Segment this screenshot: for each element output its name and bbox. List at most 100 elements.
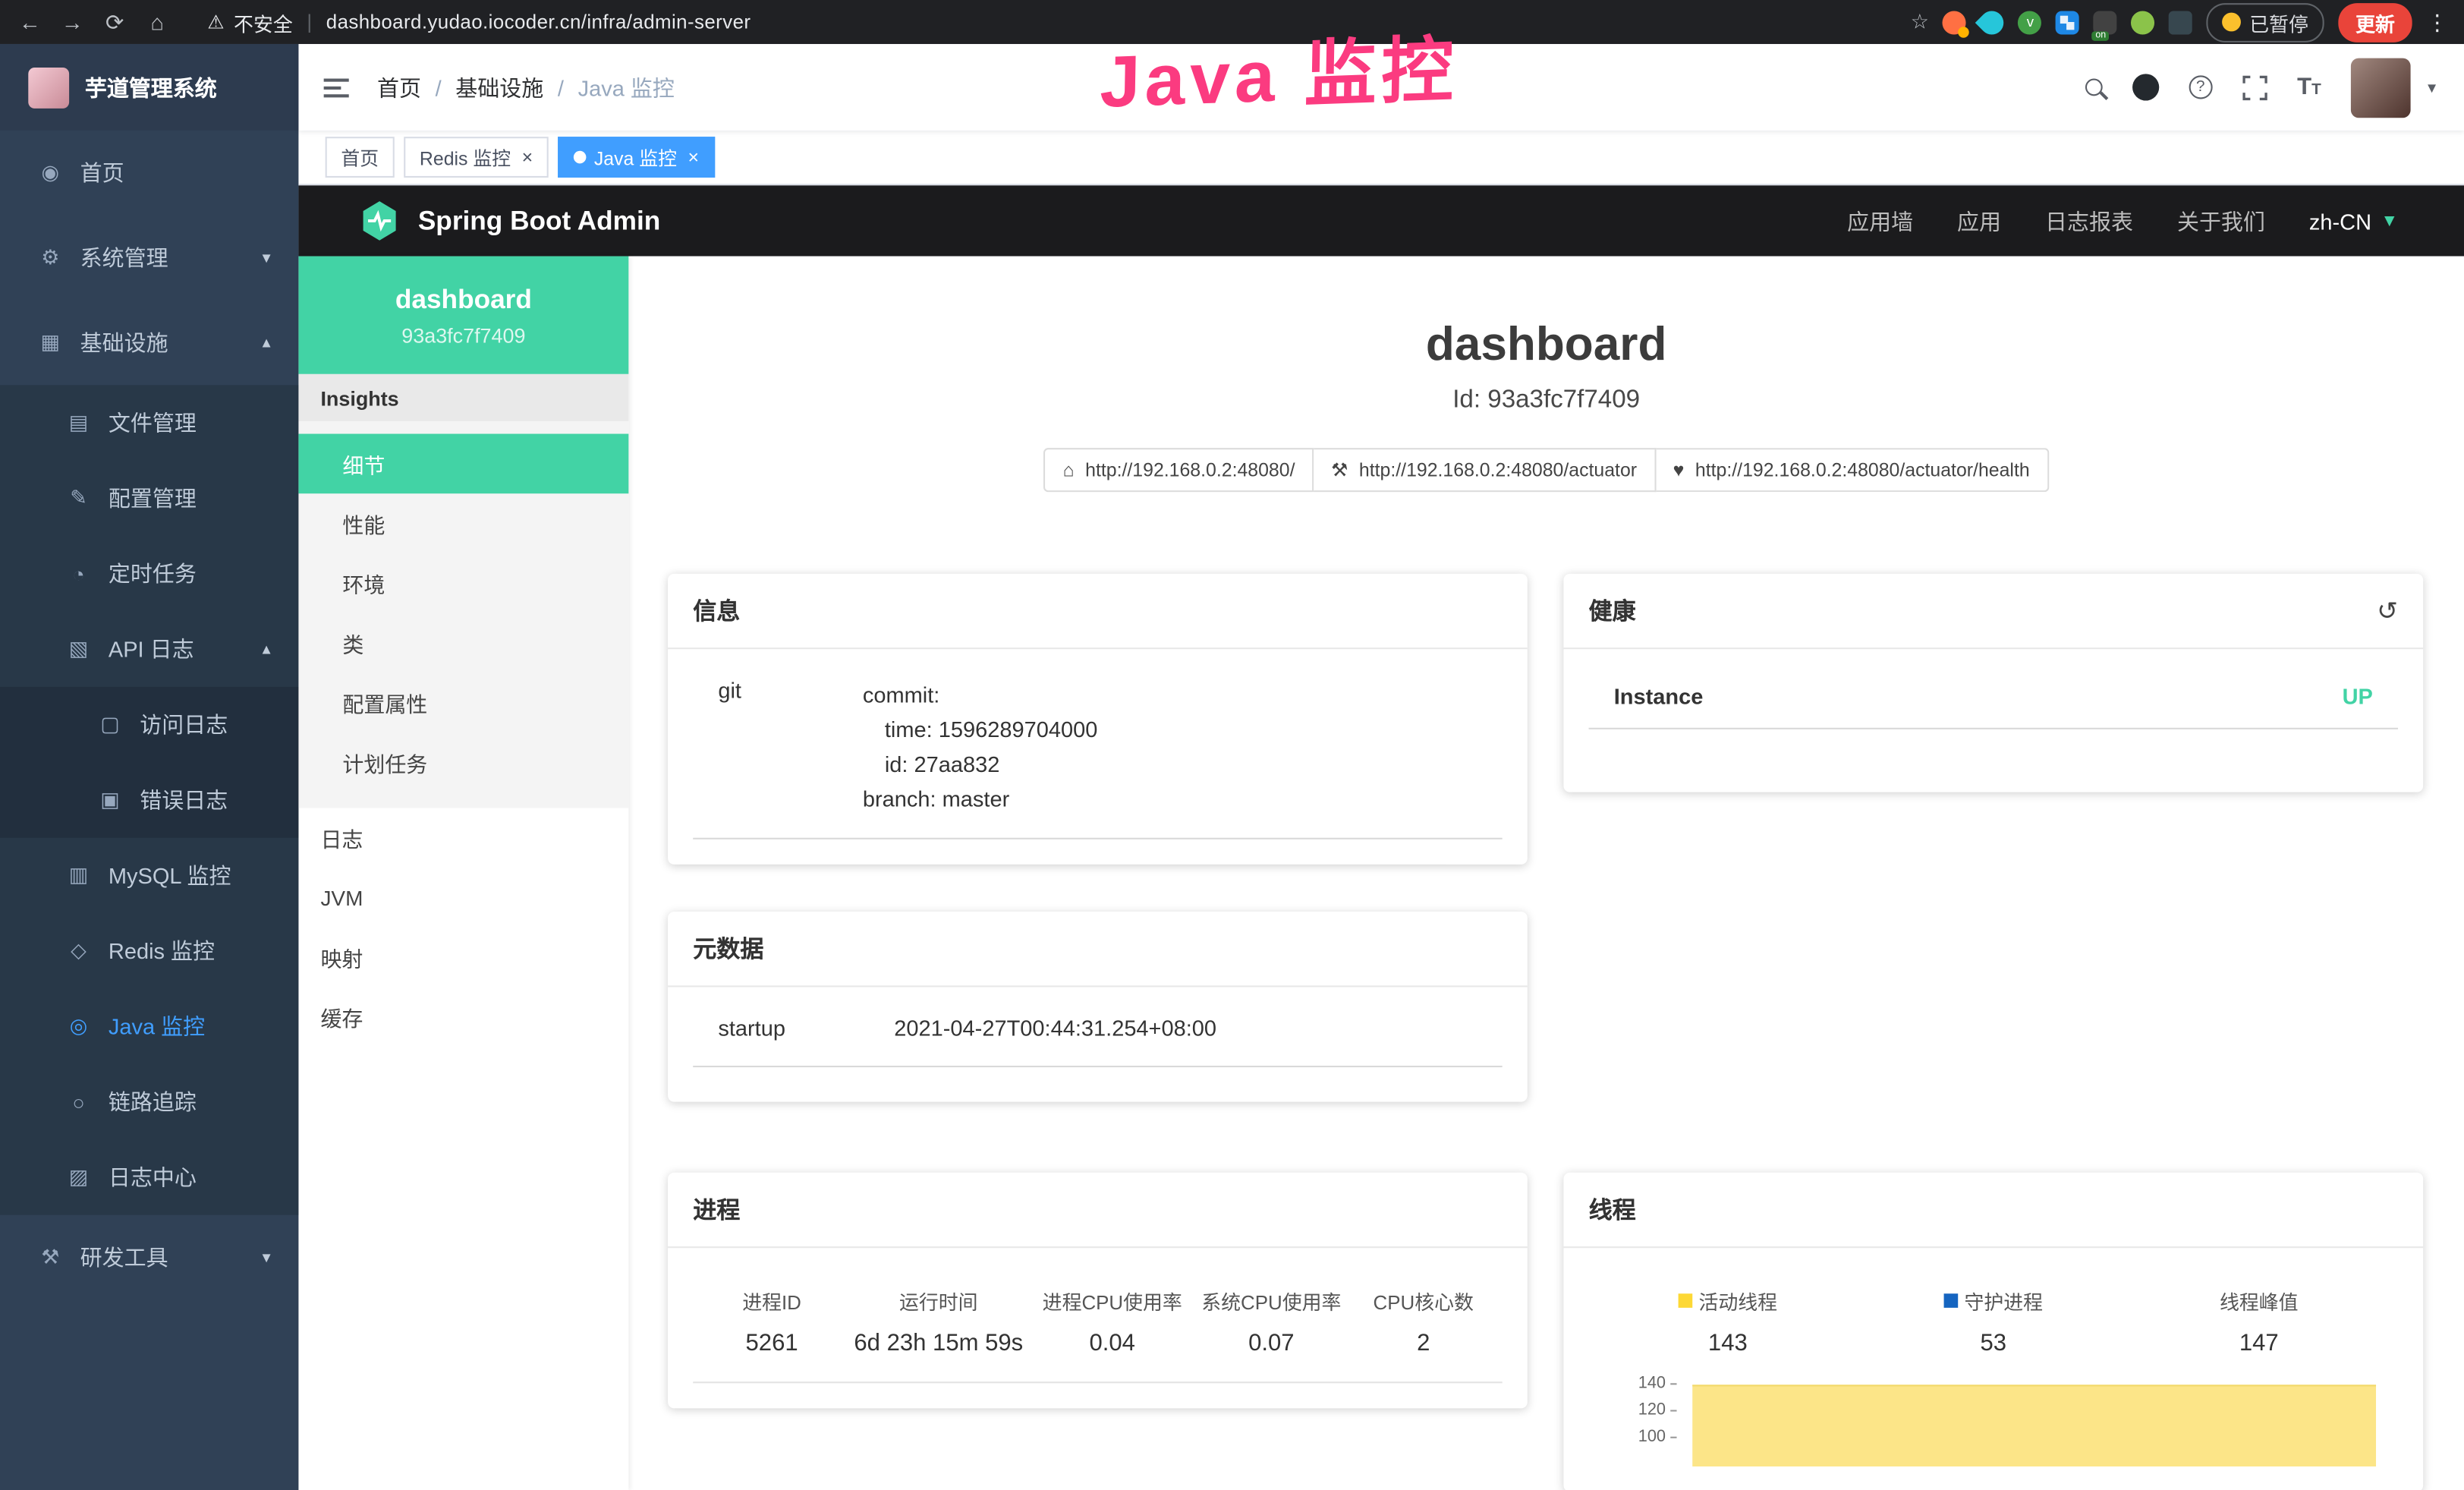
infrastructure-submenu: ▤ 文件管理 ✎ 配置管理 ◔ 定时任务 ▧ API 日志 ▲ ▢ [0, 385, 298, 1214]
insights-item-classes[interactable]: 类 [298, 613, 628, 673]
home-icon: ⌂ [1063, 459, 1075, 481]
sba-nav-journal[interactable]: 日志报表 [2045, 205, 2133, 236]
insights-item-details[interactable]: 细节 [298, 434, 628, 494]
sba-nav-applications[interactable]: 应用 [1957, 205, 2001, 236]
instance-item-logs[interactable]: 日志 [298, 808, 628, 868]
process-col-uptime: 运行时间 6d 23h 15m 59s [854, 1287, 1023, 1357]
extension-icon-5[interactable] [2094, 10, 2117, 33]
back-icon[interactable]: ← [16, 9, 44, 34]
sba-logo-icon [358, 200, 401, 242]
instance-item-caches[interactable]: 缓存 [298, 987, 628, 1047]
sidebar-item-mysql-monitor[interactable]: ▥ MySQL 监控 [0, 838, 298, 913]
dashboard-icon: ◉ [38, 160, 63, 185]
info-key: git [718, 678, 863, 817]
sidebar-item-log-center[interactable]: ▨ 日志中心 [0, 1139, 298, 1214]
avatar-caret-icon[interactable]: ▼ [2425, 80, 2438, 96]
insights-item-metrics[interactable]: 性能 [298, 493, 628, 553]
sidebar-item-java-monitor[interactable]: ◎ Java 监控 [0, 989, 298, 1064]
insights-item-environment[interactable]: 环境 [298, 553, 628, 613]
locale-select[interactable]: zh-CN ▼ [2309, 208, 2398, 233]
browser-home-icon[interactable]: ⌂ [143, 9, 171, 34]
reload-icon[interactable]: ⟳ [101, 8, 129, 35]
access-log-icon: ▢ [97, 712, 122, 737]
sidebar-item-files[interactable]: ▤ 文件管理 [0, 385, 298, 460]
legend-peak-threads: 线程峰值 147 [2196, 1287, 2322, 1357]
extension-icon-6[interactable] [2132, 10, 2155, 33]
sidebar-item-infrastructure[interactable]: ▦ 基础设施 ▲ [0, 301, 298, 386]
update-button[interactable]: 更新 [2338, 2, 2412, 42]
metadata-value: 2021-04-27T00:44:31.254+08:00 [894, 1016, 1216, 1041]
paused-badge[interactable]: 已暂停 [2207, 2, 2324, 42]
git-commit-id: id: 27aa832 [863, 747, 1097, 782]
extension-icon-1[interactable] [1943, 10, 1966, 33]
sidebar-item-scheduled-tasks[interactable]: ◔ 定时任务 [0, 536, 298, 611]
chevron-up-icon: ▲ [260, 335, 273, 351]
legend-live-threads: 活动线程 143 [1665, 1287, 1791, 1357]
address-bar[interactable]: dashboard.yudao.iocoder.cn/infra/admin-s… [326, 11, 751, 33]
instance-health-link[interactable]: ♥ http://192.168.0.2:48080/actuator/heal… [1656, 448, 2049, 492]
extension-icon-2[interactable] [1976, 5, 2009, 39]
sba-nav-about[interactable]: 关于我们 [2177, 205, 2265, 236]
history-icon[interactable]: ↺ [2377, 595, 2398, 626]
sidebar-item-api-logs[interactable]: ▧ API 日志 ▲ [0, 612, 298, 687]
git-commit-label: commit: [863, 678, 1097, 713]
search-icon[interactable] [2085, 79, 2103, 96]
log-center-icon: ▨ [66, 1164, 91, 1189]
forward-icon[interactable]: → [58, 9, 87, 34]
breadcrumb-home[interactable]: 首页 [377, 71, 421, 102]
instance-base-link[interactable]: ⌂ http://192.168.0.2:48080/ [1044, 448, 1314, 492]
breadcrumb-infrastructure[interactable]: 基础设施 [455, 71, 543, 102]
sidebar-item-redis-monitor[interactable]: ◇ Redis 监控 [0, 913, 298, 988]
insights-section-header[interactable]: Insights [298, 374, 628, 421]
sidebar-item-error-logs[interactable]: ▣ 错误日志 [0, 762, 298, 837]
sidebar-item-config[interactable]: ✎ 配置管理 [0, 461, 298, 536]
breadcrumb-current: Java 监控 [578, 71, 675, 102]
sba-brand[interactable]: Spring Boot Admin [358, 200, 660, 242]
tag-redis-monitor[interactable]: Redis 监控 × [404, 137, 549, 178]
threads-legend: 活动线程 143 守护进程 [1589, 1265, 2398, 1367]
font-size-icon[interactable]: TT [2297, 74, 2321, 100]
chevron-down-icon: ▼ [260, 1249, 273, 1265]
fullscreen-icon[interactable] [2242, 74, 2267, 99]
sidebar-item-tracing[interactable]: ○ 链路追踪 [0, 1064, 298, 1139]
sidebar-item-home[interactable]: ◉ 首页 [0, 131, 298, 216]
tag-java-monitor[interactable]: Java 监控 × [558, 137, 714, 178]
close-icon[interactable]: × [522, 146, 533, 169]
instance-header[interactable]: dashboard 93a3fc7f7409 [298, 257, 628, 374]
insights-item-config-props[interactable]: 配置属性 [298, 673, 628, 732]
process-card-title: 进程 [693, 1194, 740, 1227]
sidebar-item-dev-tools[interactable]: ⚒ 研发工具 ▼ [0, 1215, 298, 1300]
bookmark-star-icon[interactable]: ☆ [1911, 9, 1929, 34]
y-axis-tick: 120 [1607, 1401, 1676, 1420]
instance-item-jvm[interactable]: JVM [298, 868, 628, 928]
instance-item-mappings[interactable]: 映射 [298, 928, 628, 988]
process-card: 进程 进程ID 5261 运行时间 [668, 1173, 1528, 1410]
app-logo-row[interactable]: 芋道管理系统 [0, 44, 298, 131]
insights-item-scheduled[interactable]: 计划任务 [298, 732, 628, 792]
instance-actuator-link[interactable]: ⚒ http://192.168.0.2:48080/actuator [1314, 448, 1656, 492]
extension-icon-4[interactable] [2056, 10, 2080, 33]
sidebar-item-system[interactable]: ⚙ 系统管理 ▼ [0, 216, 298, 301]
help-icon[interactable]: ? [2189, 75, 2212, 99]
extension-icon-3[interactable]: v [2019, 10, 2042, 33]
app-logo [28, 67, 69, 108]
github-icon[interactable] [2132, 74, 2159, 100]
app-sidebar: 芋道管理系统 ◉ 首页 ⚙ 系统管理 ▼ ▦ 基础设施 ▲ ▤ 文件管理 [0, 44, 298, 1490]
avatar[interactable] [2351, 58, 2411, 118]
process-col-process-cpu: 进程CPU使用率 0.04 [1043, 1287, 1182, 1357]
sba-nav-wallboard[interactable]: 应用墙 [1847, 205, 1913, 236]
mysql-icon: ▥ [66, 863, 91, 888]
url-divider: | [307, 11, 312, 33]
close-icon[interactable]: × [688, 146, 699, 169]
browser-menu-icon[interactable]: ⋮ [2426, 8, 2448, 35]
screenshot-stage: ← → ⟳ ⌂ ⚠ 不安全 | dashboard.yudao.iocoder.… [0, 0, 2464, 1490]
chevron-up-icon: ▲ [260, 641, 273, 657]
sidebar-item-access-logs[interactable]: ▢ 访问日志 [0, 687, 298, 762]
security-chip[interactable]: ⚠ 不安全 [207, 7, 292, 36]
redis-icon: ◇ [66, 938, 91, 963]
extension-icon-7[interactable] [2170, 10, 2193, 33]
health-row-instance[interactable]: Instance UP [1589, 665, 2398, 729]
collapse-sidebar-icon[interactable] [324, 74, 352, 99]
tag-home[interactable]: 首页 [326, 137, 395, 178]
breadcrumb-separator: / [558, 74, 564, 99]
